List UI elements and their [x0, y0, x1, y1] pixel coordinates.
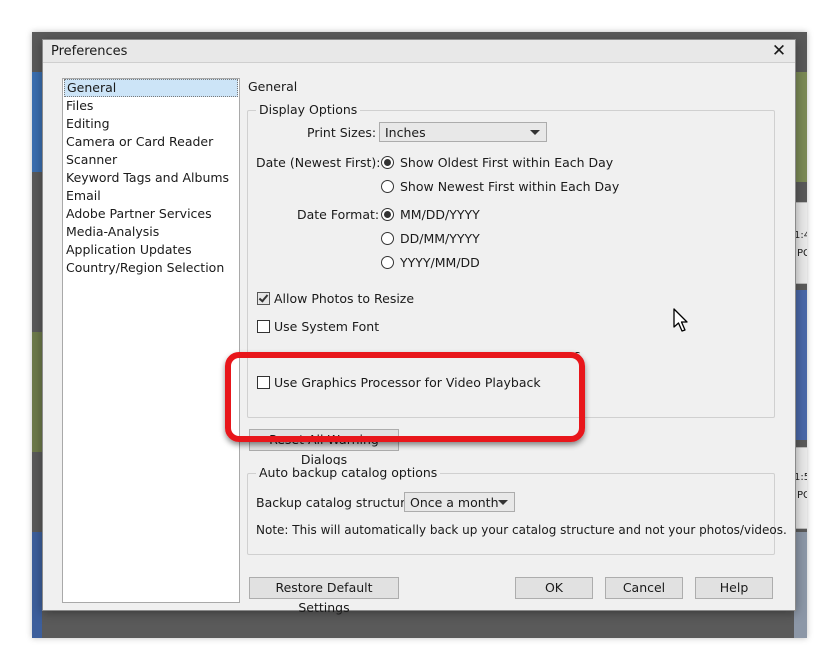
backup-structure-label: Backup catalog structure: [256, 495, 413, 510]
radio-format-mdy-label[interactable]: MM/DD/YYYY: [400, 207, 480, 222]
sidebar-item-email[interactable]: Email: [63, 187, 239, 205]
print-sizes-label: Print Sizes:: [307, 125, 377, 140]
allow-resize-label[interactable]: Allow Photos to Resize: [274, 291, 414, 306]
sidebar-item-keyword-tags[interactable]: Keyword Tags and Albums: [63, 169, 239, 187]
radio-oldest-first-label[interactable]: Show Oldest First within Each Day: [400, 155, 613, 170]
print-sizes-dropdown[interactable]: Inches: [379, 122, 547, 142]
sidebar-item-media-analysis[interactable]: Media-Analysis: [63, 223, 239, 241]
obscured-option-text: s: [574, 347, 581, 362]
date-format-label: Date Format:: [297, 207, 380, 222]
chevron-down-icon: [498, 500, 508, 505]
ok-button[interactable]: OK: [515, 577, 593, 599]
radio-newest-first[interactable]: [381, 180, 394, 193]
sidebar-item-general[interactable]: General: [64, 79, 238, 97]
cancel-button[interactable]: Cancel: [605, 577, 683, 599]
sidebar-item-files[interactable]: Files: [63, 97, 239, 115]
close-icon[interactable]: ✕: [769, 41, 789, 61]
radio-format-dmy-label[interactable]: DD/MM/YYYY: [400, 231, 480, 246]
backup-structure-value: Once a month: [410, 495, 499, 510]
radio-oldest-first[interactable]: [381, 156, 394, 169]
print-sizes-value: Inches: [385, 125, 426, 140]
bg-photo-left-1: [32, 72, 42, 172]
radio-newest-first-label[interactable]: Show Newest First within Each Day: [400, 179, 619, 194]
system-font-checkbox[interactable]: [257, 320, 270, 333]
mouse-cursor-icon: [673, 308, 688, 332]
restore-defaults-button[interactable]: Restore Default Settings: [249, 577, 399, 615]
sidebar-item-adobe-partner-services[interactable]: Adobe Partner Services: [63, 205, 239, 223]
bg-photo-left-3: [32, 532, 42, 638]
auto-backup-legend: Auto backup catalog options: [256, 465, 441, 480]
bg-photo-left-2: [32, 332, 42, 452]
dialog-title: Preferences: [51, 44, 128, 59]
preferences-category-list: General Files Editing Camera or Card Rea…: [62, 78, 240, 603]
preferences-dialog: Preferences ✕ General Files Editing Came…: [42, 39, 796, 615]
radio-format-dmy[interactable]: [381, 232, 394, 245]
backup-note: Note: This will automatically back up yo…: [256, 523, 787, 537]
title-bar: Preferences ✕: [43, 40, 795, 63]
chevron-down-icon: [530, 130, 540, 135]
radio-format-ymd-label[interactable]: YYYY/MM/DD: [400, 255, 480, 270]
backup-structure-dropdown[interactable]: Once a month: [404, 492, 515, 512]
gpu-playback-label[interactable]: Use Graphics Processor for Video Playbac…: [274, 375, 541, 390]
sidebar-item-scanner[interactable]: Scanner: [63, 151, 239, 169]
gpu-playback-checkbox[interactable]: [257, 376, 270, 389]
sidebar-item-editing[interactable]: Editing: [63, 115, 239, 133]
date-order-label: Date (Newest First):: [256, 155, 381, 170]
panel-heading: General: [248, 79, 298, 94]
help-button[interactable]: Help: [695, 577, 773, 599]
sidebar-item-application-updates[interactable]: Application Updates: [63, 241, 239, 259]
sidebar-item-country-region[interactable]: Country/Region Selection: [63, 259, 239, 277]
allow-resize-checkbox[interactable]: [257, 292, 270, 305]
reset-warning-dialogs-button[interactable]: Reset All Warning Dialogs: [249, 429, 399, 467]
auto-backup-group: Auto backup catalog options: [247, 465, 775, 555]
sidebar-item-camera-or-card-reader[interactable]: Camera or Card Reader: [63, 133, 239, 151]
radio-format-mdy[interactable]: [381, 208, 394, 221]
display-options-legend: Display Options: [256, 102, 361, 117]
system-font-label[interactable]: Use System Font: [274, 319, 379, 334]
radio-format-ymd[interactable]: [381, 256, 394, 269]
